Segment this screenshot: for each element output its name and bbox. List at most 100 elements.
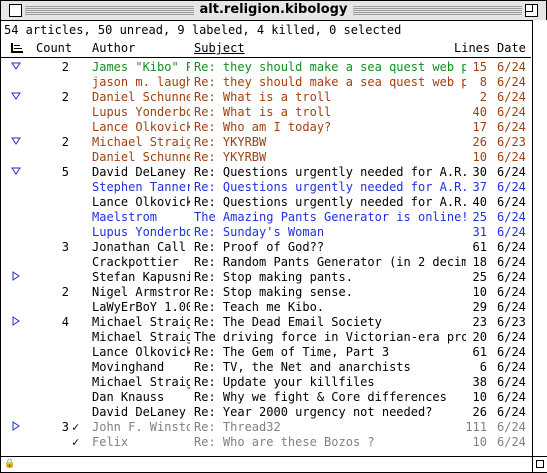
article-lines: 29 (472, 300, 487, 314)
article-count: 3 (61, 420, 69, 434)
article-row[interactable]: Stefan Kapusniak Re: Stop making pants. 25… (1, 269, 532, 284)
article-date: 6/24 (497, 375, 526, 389)
article-subject: Re: Thread32 (194, 420, 281, 434)
triangle-right-icon[interactable] (11, 315, 23, 329)
article-date: 6/24 (497, 180, 526, 194)
article-author: David DeLaney (92, 405, 186, 419)
article-row[interactable]: ✓ Felix Re: Who are these Bozos ? 10 6/24 (1, 434, 532, 449)
article-subject: Re: Stop making pants. (194, 270, 353, 284)
article-lines: 10 (472, 435, 487, 449)
article-date: 6/24 (497, 300, 526, 314)
article-date: 6/24 (497, 405, 526, 419)
article-subject: Re: Random Pants Generator (in 2 decimal… (194, 255, 466, 269)
article-lines: 10 (472, 285, 487, 299)
triangle-down-icon[interactable] (11, 165, 23, 179)
article-author: Michael Straight (92, 315, 190, 329)
column-count[interactable]: Count (36, 41, 72, 55)
article-count: 2 (61, 135, 69, 149)
article-author: Jonathan Call (92, 240, 186, 254)
zoom-box[interactable] (525, 4, 538, 17)
column-header: Count Author Subject Lines Date (1, 39, 531, 58)
vertical-scrollbar[interactable] (532, 20, 547, 456)
article-author: Nigel Armstrong (92, 285, 190, 299)
article-lines: 10 (472, 150, 487, 164)
article-lines: 6 (479, 360, 487, 374)
column-author[interactable]: Author (92, 41, 135, 55)
article-author: Dan Knauss (92, 390, 165, 404)
title-bar[interactable]: alt.religion.kibology (1, 1, 546, 21)
article-count: 3 (61, 240, 69, 254)
article-row[interactable]: Dan Knauss Re: Why we fight & Core differ… (1, 389, 532, 404)
article-row[interactable]: Lupus Yonderboy Re: Sunday's Woman 31 6/24 (1, 224, 532, 239)
article-date: 6/24 (497, 195, 526, 209)
article-date: 6/24 (497, 420, 526, 434)
column-date[interactable]: Date (497, 41, 526, 55)
article-row[interactable]: jason m. laughm… Re: they should make a s… (1, 74, 532, 89)
article-row[interactable]: 2 Michael Straight Re: YKYRBW 26 6/23 (1, 134, 532, 149)
article-row[interactable]: 2 Nigel Armstrong Re: Stop making sense. 10… (1, 284, 532, 299)
triangle-down-icon[interactable] (11, 135, 23, 149)
article-row[interactable]: 3 ✓ John F. Winston Re: Thread32 111 6/24 (1, 419, 532, 434)
article-list: 2 James "Kibo" Pa… Re: they should make a … (1, 59, 532, 451)
column-header-icon[interactable] (11, 43, 23, 53)
article-subject: The driving force in Victorian-era probi… (194, 330, 466, 344)
column-subject[interactable]: Subject (194, 41, 245, 55)
article-row[interactable]: 4 Michael Straight Re: The Dead Email Soci… (1, 314, 532, 329)
article-row[interactable]: 2 Daniel Schunnem… Re: What is a troll 2 6/2… (1, 89, 532, 104)
article-lines: 30 (472, 165, 487, 179)
article-count: 4 (61, 315, 69, 329)
grow-box[interactable] (532, 456, 547, 472)
article-subject: Re: Stop making sense. (194, 285, 353, 299)
article-subject: Re: Proof of God?? (194, 240, 325, 254)
status-line: 54 articles, 50 unread, 9 labeled, 4 kil… (4, 23, 402, 37)
article-subject: Re: The Gem of Time, Part 3 (194, 345, 390, 359)
article-row[interactable]: Lance Olkovick Re: Questions urgently nee… (1, 194, 532, 209)
article-lines: 25 (472, 270, 487, 284)
article-row[interactable]: Michael Straight The driving force in Vic… (1, 329, 532, 344)
article-author: Maelstrom (92, 210, 158, 224)
article-subject: Re: they should make a sea quest web pag… (194, 60, 466, 74)
triangle-right-icon[interactable] (11, 270, 23, 284)
article-lines: 15 (472, 60, 487, 74)
article-lines: 38 (472, 375, 487, 389)
triangle-down-icon[interactable] (11, 60, 23, 74)
article-subject: Re: Why we fight & Core differences (194, 390, 447, 404)
article-date: 6/24 (497, 255, 526, 269)
article-row[interactable]: 5 David DeLaney Re: Questions urgently nee… (1, 164, 532, 179)
article-author: jason m. laughm… (92, 75, 190, 89)
article-row[interactable]: Lance Olkovick Re: Who am I today? 17 6/24 (1, 119, 532, 134)
article-row[interactable]: Lupus Yonderboy Re: What is a troll 40 6/24 (1, 104, 532, 119)
article-date: 6/24 (497, 240, 526, 254)
article-row[interactable]: Daniel Schunnem… Re: YKYRBW 10 6/24 (1, 149, 532, 164)
article-row[interactable]: Lance Olkovick Re: The Gem of Time, Part … (1, 344, 532, 359)
triangle-down-icon[interactable] (11, 90, 23, 104)
article-row[interactable]: Stephen Tanner Re: Questions urgently nee… (1, 179, 532, 194)
newsgroup-window: alt.religion.kibology 54 articles, 50 un… (0, 0, 547, 473)
article-subject: Re: TV, the Net and anarchists (194, 360, 411, 374)
article-row[interactable]: Crackpottier Re: Random Pants Generator (… (1, 254, 532, 269)
horizontal-scrollbar[interactable]: 🔒 (1, 456, 532, 472)
article-row[interactable]: 2 James "Kibo" Pa… Re: they should make a … (1, 59, 532, 74)
article-row[interactable]: 3 Jonathan Call Re: Proof of God?? 61 6/24 (1, 239, 532, 254)
article-subject: Re: Update your killfiles (194, 375, 375, 389)
window-title-wrap: alt.religion.kibology (1, 2, 546, 17)
article-row[interactable]: David DeLaney Re: Year 2000 urgency not n… (1, 404, 532, 419)
article-date: 6/24 (497, 75, 526, 89)
article-count: 2 (61, 285, 69, 299)
article-author: Daniel Schunnem… (92, 150, 190, 164)
article-row[interactable]: LaWyErBoY 1.00 … Re: Teach me Kibo. 29 6/24 (1, 299, 532, 314)
article-lines: 26 (472, 405, 487, 419)
article-lines: 111 (465, 420, 487, 434)
article-row[interactable]: Movinghand Re: TV, the Net and anarchists… (1, 359, 532, 374)
article-date: 6/24 (497, 150, 526, 164)
article-row[interactable]: Maelstrom The Amazing Pants Generator is … (1, 209, 532, 224)
article-subject: Re: YKYRBW (194, 150, 267, 164)
article-subject: Re: Who am I today? (194, 120, 332, 134)
article-subject: Re: YKYRBW (194, 135, 267, 149)
article-row[interactable]: Michael Straight Re: Update your killfile… (1, 374, 532, 389)
triangle-right-icon[interactable] (11, 420, 23, 434)
article-subject: Re: What is a troll (194, 105, 332, 119)
article-date: 6/24 (497, 330, 526, 344)
column-lines[interactable]: Lines (454, 41, 490, 55)
article-lines: 18 (472, 255, 487, 269)
